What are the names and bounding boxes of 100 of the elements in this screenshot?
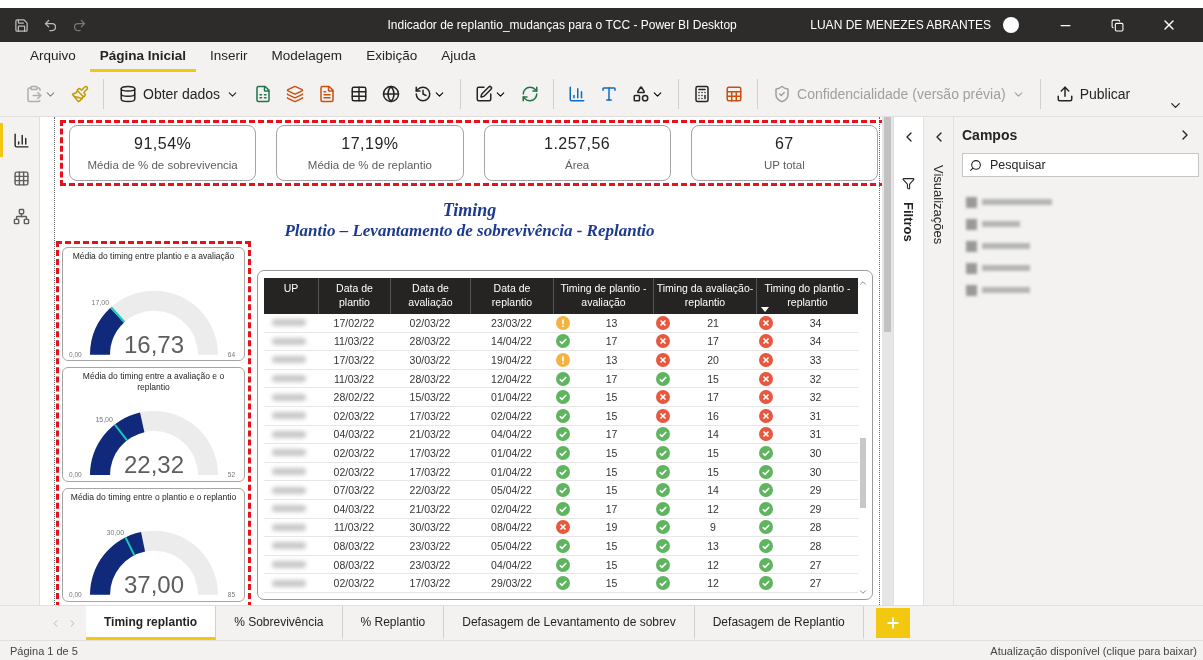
column-header[interactable]: Timing de plantio - avaliação	[553, 278, 653, 314]
model-icon	[12, 207, 30, 225]
table-cell-text: 02/03/22	[332, 465, 376, 478]
table-cell-text: 12	[706, 502, 720, 515]
blurred-text	[272, 430, 306, 438]
sort-icon	[761, 307, 769, 312]
shapes-icon	[632, 85, 651, 103]
table-cell-text: 23/03/22	[490, 316, 533, 329]
blurred-text	[966, 240, 1030, 252]
database-icon	[119, 85, 137, 103]
column-header[interactable]: Data de plantio	[318, 278, 390, 314]
table-cell-text: 01/04/22	[490, 446, 533, 459]
table-cell-text: 30/03/22	[408, 354, 452, 366]
table-cell-text: 02/03/22	[332, 409, 376, 422]
table-cell-text: 15	[706, 446, 720, 459]
column-header[interactable]: Timing do plantio - replantio	[756, 278, 858, 314]
table-cell-text: 27	[808, 558, 823, 571]
search-box[interactable]: Pesquisar	[962, 153, 1199, 177]
layers-icon	[286, 85, 305, 103]
table-cell-text: 17	[604, 335, 619, 348]
table-cell-text: 13	[604, 354, 619, 366]
table-cell-text: 21	[706, 316, 720, 329]
table-cell-text: 16	[706, 409, 720, 422]
table-cell-text: 15	[706, 372, 720, 385]
menu-tab[interactable]: Arquivo	[20, 48, 86, 72]
blurred-text	[272, 579, 306, 587]
menu-tab[interactable]: Exibição	[356, 48, 428, 72]
table-cell-text: 9	[709, 521, 717, 534]
avatar[interactable]	[1003, 17, 1019, 33]
column-header[interactable]: Timing da avaliação-replantio	[653, 278, 756, 314]
undo-icon[interactable]	[43, 17, 58, 33]
paintbrush-icon	[71, 85, 89, 103]
plus-icon	[884, 615, 901, 631]
redo-icon[interactable]	[72, 17, 87, 33]
blurred-text	[272, 561, 306, 568]
table-cell-text: 12	[706, 558, 720, 571]
table-cell-text: 14	[706, 428, 720, 441]
gauge-title: Média do timing entre o plantio e o replantio	[69, 491, 238, 503]
table-cell-text: 13	[706, 539, 720, 552]
table-cell-text: 19/04/22	[490, 354, 533, 366]
save-icon[interactable]	[14, 17, 29, 33]
table-cell-text: 07/03/22	[332, 484, 376, 497]
search-icon	[969, 158, 982, 172]
scrollbar-thumb[interactable]	[884, 117, 891, 332]
blurred-text	[272, 393, 306, 401]
table-cell-text: 08/03/22	[332, 558, 376, 571]
scrollbar-thumb[interactable]	[860, 438, 866, 508]
restore-icon[interactable]	[1110, 18, 1124, 32]
table-cell-text: 29	[808, 484, 823, 497]
globe-icon	[382, 85, 401, 103]
table-cell-text: 23/03/22	[408, 539, 452, 552]
column-header[interactable]: Data de avaliação	[390, 278, 470, 314]
table-cell-text: 21/03/22	[408, 502, 452, 515]
kpi-label: Área	[564, 159, 590, 171]
menu-tab[interactable]: Inserir	[200, 48, 258, 72]
column-header[interactable]: UP	[264, 278, 318, 314]
table-icon	[350, 85, 369, 103]
table-icon	[12, 169, 30, 187]
table-cell-text: 01/04/22	[490, 465, 533, 478]
table-cell-text: 34	[808, 335, 823, 348]
table-cell-text: 02/04/22	[490, 502, 533, 515]
table-cell-text: 15	[604, 446, 619, 459]
kpi-value: 17,19%	[341, 135, 399, 153]
gauge-value: 22,32	[123, 450, 184, 478]
kpi-value: 67	[774, 135, 794, 153]
table-cell-text: 22/03/22	[408, 484, 452, 497]
table-cell-text: 08/03/22	[332, 539, 376, 552]
table-cell-text: 15	[604, 409, 619, 422]
table-cell-text: 17	[706, 391, 720, 404]
publish-icon	[1055, 85, 1074, 103]
table-cell-text: 13	[604, 316, 619, 329]
table-cell-text: 29/03/22	[490, 577, 533, 590]
page-tab[interactable]: Timing replantio	[86, 606, 217, 640]
menu-tab[interactable]: Ajuda	[431, 48, 486, 72]
table-cell-text: 04/03/22	[332, 502, 376, 515]
refresh-icon	[521, 85, 540, 103]
table-cell-text: 17/02/22	[332, 316, 376, 329]
update-link[interactable]: Atualização disponível (clique para baixar)	[990, 644, 1197, 657]
filter-icon	[902, 177, 915, 190]
window-title: Indicador de replantio_mudanças para o TCC - Power BI Desktop	[386, 18, 738, 32]
menu-tab[interactable]: Modelagem	[261, 48, 353, 72]
toolbar-button[interactable]: Obter dados	[113, 81, 246, 107]
table-cell-text: 31	[808, 428, 823, 441]
table-cell-text: 30	[808, 446, 823, 459]
gauge-title: Média do timing entre plantio e a avaliação	[71, 251, 236, 262]
table-cell-text: 15	[604, 484, 619, 497]
column-header[interactable]: Data de replantio	[470, 278, 553, 314]
user-name: LUAN DE MENEZES ABRANTES	[810, 18, 991, 32]
visualizations-pane[interactable]: Visualizações	[923, 117, 953, 605]
table-cell-text: 17/03/22	[408, 577, 452, 590]
toolbar-button[interactable]: Publicar	[1049, 81, 1137, 107]
pane-label: Filtros	[901, 202, 916, 242]
table-cell-text: 17	[604, 372, 619, 385]
table-cell-text: 32	[808, 391, 823, 404]
blurred-text	[966, 284, 1030, 296]
search-field[interactable]: Pesquisar	[988, 157, 1192, 173]
table-cell-text: 14/04/22	[490, 335, 533, 348]
report-title: Timing	[442, 200, 497, 221]
edit-icon	[475, 85, 494, 103]
table-cell-text: 11/03/22	[332, 372, 376, 385]
